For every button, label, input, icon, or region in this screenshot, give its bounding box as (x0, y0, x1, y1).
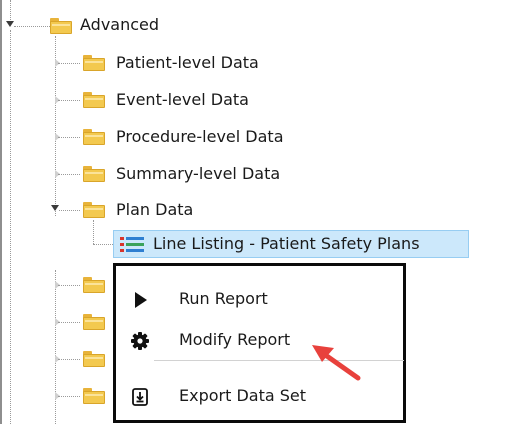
menu-item-run-report[interactable]: Run Report (116, 282, 403, 318)
play-icon (130, 290, 150, 310)
tree-connector (10, 30, 11, 424)
person-icon (30, 417, 46, 424)
collapse-toggle-icon[interactable] (6, 21, 14, 27)
tree-connector (58, 174, 80, 175)
tree-connector (58, 285, 80, 286)
folder-icon (83, 351, 105, 367)
tree-connector (58, 359, 80, 360)
tree-connector (14, 26, 50, 27)
folder-icon (83, 277, 105, 293)
folder-icon (83, 166, 105, 182)
folder-icon (83, 92, 105, 108)
tree-connector (58, 100, 80, 101)
menu-item-label: Export Data Set (179, 386, 307, 405)
panel-left-border (0, 0, 2, 424)
tree-connector (59, 210, 80, 211)
tree-connector (58, 396, 80, 397)
tree-connector (58, 137, 80, 138)
tree-node-procedure-level-data[interactable]: Procedure-level Data (116, 127, 284, 147)
tree-connector (93, 244, 113, 245)
folder-icon (83, 314, 105, 330)
tree-connector (58, 63, 80, 64)
export-icon (130, 387, 150, 407)
folder-icon (83, 55, 105, 71)
tree-connector (55, 270, 56, 424)
menu-item-label: Run Report (179, 289, 268, 308)
folder-icon (83, 388, 105, 404)
tree-connector (93, 220, 94, 244)
list-report-icon (120, 236, 144, 253)
tree-node-plan-data[interactable]: Plan Data (116, 200, 193, 220)
folder-icon (83, 202, 105, 218)
tree-node-line-listing[interactable]: Line Listing - Patient Safety Plans (153, 234, 420, 254)
tree-node-summary-level-data[interactable]: Summary-level Data (116, 164, 280, 184)
collapse-toggle-icon[interactable] (51, 205, 59, 211)
folder-icon (83, 129, 105, 145)
gear-icon (130, 331, 150, 351)
tree-node-advanced[interactable]: Advanced (80, 15, 159, 35)
tree-node-event-level-data[interactable]: Event-level Data (116, 90, 249, 110)
red-pointer-arrow-icon (312, 345, 361, 381)
folder-icon (50, 18, 72, 34)
tree-connector (10, 0, 11, 22)
tree-node-patient-level-data[interactable]: Patient-level Data (116, 53, 259, 73)
tree-connector (58, 322, 80, 323)
menu-item-label: Modify Report (179, 330, 291, 349)
